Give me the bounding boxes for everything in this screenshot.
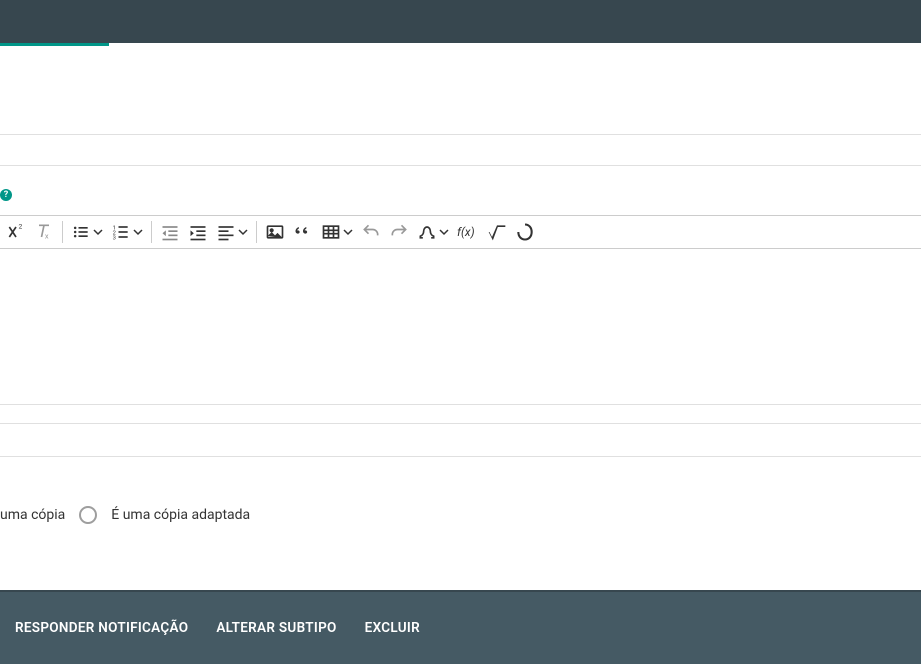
radio-label-copia-adaptada: É uma cópia adaptada xyxy=(111,507,250,523)
excluir-button[interactable]: EXCLUIR xyxy=(365,620,420,636)
chevron-down-icon[interactable] xyxy=(93,227,103,237)
toolbar-separator xyxy=(256,221,257,243)
active-tab-indicator xyxy=(0,43,109,46)
svg-text:f(x): f(x) xyxy=(457,225,475,239)
chevron-down-icon[interactable] xyxy=(133,227,143,237)
custom-icon[interactable] xyxy=(511,215,539,249)
chevron-down-icon[interactable] xyxy=(439,227,449,237)
bullet-list-icon[interactable] xyxy=(67,215,107,249)
radio-group: uma cópia É uma cópia adaptada xyxy=(0,506,250,524)
clear-format-icon[interactable]: x xyxy=(30,215,58,249)
bottom-action-bar: RESPONDER NOTIFICAÇÃO ALTERAR SUBTIPO EX… xyxy=(0,590,921,664)
editor-toolbar: 2 x 123 f( xyxy=(0,215,921,249)
radio-label-copia: uma cópia xyxy=(0,507,65,523)
redo-icon[interactable] xyxy=(385,215,413,249)
omega-icon[interactable] xyxy=(413,215,453,249)
input-field-2[interactable] xyxy=(0,423,921,457)
top-bar xyxy=(0,0,921,43)
align-icon[interactable] xyxy=(212,215,252,249)
toolbar-separator xyxy=(151,221,152,243)
editor-content-area[interactable] xyxy=(0,249,921,405)
undo-icon[interactable] xyxy=(357,215,385,249)
chevron-down-icon[interactable] xyxy=(343,227,353,237)
responder-notificacao-button[interactable]: RESPONDER NOTIFICAÇÃO xyxy=(15,620,188,636)
svg-text:2: 2 xyxy=(19,223,23,231)
fx-icon[interactable]: f(x) xyxy=(453,215,483,249)
help-icon[interactable]: ? xyxy=(0,189,12,201)
radio-copia-adaptada[interactable] xyxy=(79,506,97,524)
superscript-icon[interactable]: 2 xyxy=(2,215,30,249)
numbered-list-icon[interactable]: 123 xyxy=(107,215,147,249)
svg-text:3: 3 xyxy=(113,236,116,242)
sqrt-icon[interactable] xyxy=(483,215,511,249)
input-field-1[interactable] xyxy=(0,134,921,166)
chevron-down-icon[interactable] xyxy=(238,227,248,237)
toolbar-separator xyxy=(62,221,63,243)
alterar-subtipo-button[interactable]: ALTERAR SUBTIPO xyxy=(216,620,336,636)
indent-icon[interactable] xyxy=(184,215,212,249)
svg-text:x: x xyxy=(45,232,49,241)
image-icon[interactable] xyxy=(261,215,289,249)
quote-icon[interactable] xyxy=(289,215,317,249)
outdent-icon[interactable] xyxy=(156,215,184,249)
table-icon[interactable] xyxy=(317,215,357,249)
